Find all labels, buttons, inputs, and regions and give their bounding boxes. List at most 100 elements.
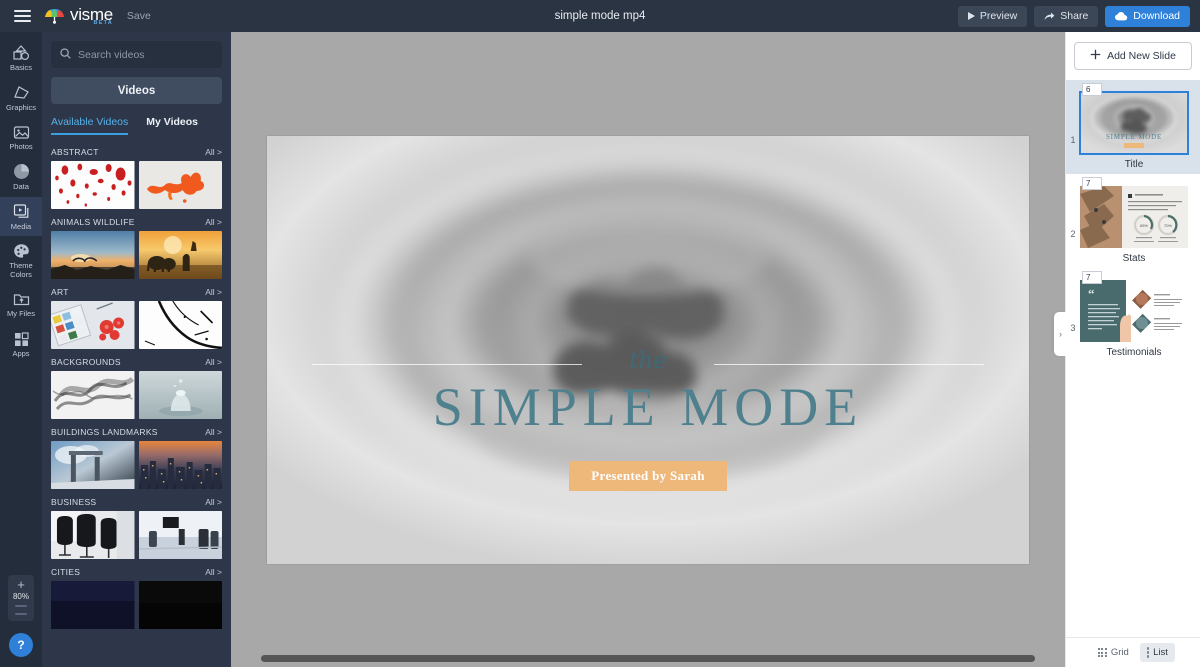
category-scroll-area[interactable]: ABSTRACT All > ANIMALS WILDLIFE All > AR… [51,139,222,667]
category-all-link[interactable]: All > [205,357,222,367]
hamburger-menu-icon[interactable] [0,0,44,32]
scrollbar-thumb[interactable] [261,655,1035,662]
category-abstract: ABSTRACT All > [51,147,222,209]
zoom-out-button[interactable] [15,613,27,615]
preview-button[interactable]: Preview [957,5,1028,27]
grid-view-button[interactable]: Grid [1091,643,1136,662]
palette-icon [12,242,30,260]
video-thumb-city-night-blue[interactable] [51,581,135,629]
category-all-link[interactable]: All > [205,427,222,437]
sidebar-item-basics[interactable]: Basics [0,38,42,78]
sidebar-item-apps[interactable]: Apps [0,324,42,364]
tab-my-videos[interactable]: My Videos [146,116,198,135]
category-name: CITIES [51,567,81,577]
video-thumb-city-dark-street[interactable] [138,581,222,629]
category-all-link[interactable]: All > [205,147,222,157]
video-thumb-abstract-orange-ink[interactable] [138,161,222,209]
category-header: BACKGROUNDS All > [51,357,222,367]
category-header: CITIES All > [51,567,222,577]
photo-icon [12,123,30,141]
svg-text:SIMPLE MODE: SIMPLE MODE [1106,133,1162,141]
slide-item-title[interactable]: 1 6 SIMPLE MODE Title [1066,80,1200,174]
slide-item-testimonials[interactable]: 3 7 “ Testimonials [1066,268,1200,362]
canvas-horizontal-scrollbar[interactable] [231,654,1065,663]
add-new-slide-button[interactable]: Add New Slide [1074,42,1192,70]
slide-thumbnail-testimonials[interactable]: “ [1080,280,1188,342]
save-button[interactable]: Save [127,10,151,22]
video-thumb-business-office-chairs[interactable] [51,511,135,559]
video-thumb-background-water-splash[interactable] [138,371,222,419]
plus-icon [1090,49,1101,63]
slide-eyebrow-text: the [629,347,667,374]
panel-tabs: Available Videos My Videos [51,116,222,135]
sidebar-label-my-files: My Files [7,309,35,319]
zoom-slider-track[interactable] [15,605,27,607]
zoom-in-button[interactable]: + [17,578,25,591]
category-name: ART [51,287,69,297]
category-backgrounds: BACKGROUNDS All > [51,357,222,419]
slide-thumbnail-list[interactable]: 1 6 SIMPLE MODE Title 2 7 65% 70% Stats … [1066,80,1200,637]
slide-label: Stats [1122,253,1146,264]
video-thumb-wildlife-elephants-sunset[interactable] [138,231,222,279]
slide-number: 2 [1070,229,1076,239]
grid-view-label: Grid [1110,647,1129,658]
sidebar-item-media[interactable]: Media [0,196,42,237]
zoom-level-value: 80% [12,592,29,601]
video-thumb-art-ink-lines[interactable] [138,301,222,349]
top-toolbar: visme BETA Save simple mode mp4 Preview … [0,0,1200,32]
svg-text:65%: 65% [1140,223,1148,228]
video-thumb-art-paint-palette[interactable] [51,301,135,349]
slide-thumbnail-stats[interactable]: 65% 70% [1080,186,1188,248]
slide-thumbnail-title[interactable]: SIMPLE MODE [1079,91,1189,155]
thumb-row [51,441,222,489]
media-play-icon [12,203,30,221]
slide-canvas[interactable]: the SIMPLE MODE Presented by Sarah [267,135,1029,564]
video-thumb-building-monument-sky[interactable] [51,441,135,489]
sidebar-item-my-files[interactable]: My Files [0,284,42,324]
play-icon [967,12,975,20]
help-button[interactable]: ? [9,633,33,657]
sidebar-item-graphics[interactable]: Graphics [0,78,42,118]
category-name: BUSINESS [51,497,97,507]
sidebar-item-photos[interactable]: Photos [0,117,42,157]
panel-collapse-handle[interactable]: › [1054,312,1067,356]
slide-title-block[interactable]: the SIMPLE MODE Presented by Sarah [267,347,1029,492]
thumb-row [51,301,222,349]
video-thumb-abstract-red-splatter[interactable] [51,161,135,209]
tab-available-videos[interactable]: Available Videos [51,116,129,135]
view-mode-toggle: Grid List [1066,637,1200,667]
slide-card[interactable]: 6 SIMPLE MODE Title [1079,83,1195,170]
sidebar-label-media: Media [10,221,32,231]
slide-item-stats[interactable]: 2 7 65% 70% Stats [1066,174,1200,268]
video-thumb-background-smoke[interactable] [51,371,135,419]
sidebar-item-data[interactable]: Data [0,157,42,197]
download-button[interactable]: Download [1105,5,1190,27]
thumb-row [51,581,222,629]
category-all-link[interactable]: All > [205,497,222,507]
canvas-area[interactable]: the SIMPLE MODE Presented by Sarah [231,32,1065,667]
add-new-slide-label: Add New Slide [1107,50,1176,62]
zoom-control[interactable]: + 80% [8,575,34,621]
category-all-link[interactable]: All > [205,567,222,577]
slide-card[interactable]: 7 65% 70% Stats [1080,177,1195,264]
video-thumb-wildlife-bird-sunset[interactable] [51,231,135,279]
sidebar-item-theme-colors[interactable]: Theme Colors [0,236,42,284]
category-header: ANIMALS WILDLIFE All > [51,217,222,227]
share-button[interactable]: Share [1034,5,1099,27]
category-all-link[interactable]: All > [205,217,222,227]
search-input[interactable] [78,48,213,61]
category-all-link[interactable]: All > [205,287,222,297]
slide-card[interactable]: 7 “ Testimonials [1080,271,1195,358]
visme-logo[interactable]: visme BETA [44,6,113,27]
video-thumb-business-meeting-room[interactable] [138,511,222,559]
category-header: ABSTRACT All > [51,147,222,157]
search-videos-box[interactable] [51,41,222,68]
media-type-selector[interactable]: Videos [51,77,222,104]
sidebar-label-data: Data [13,181,29,191]
category-buildings-landmarks: BUILDINGS LANDMARKS All > [51,427,222,489]
video-thumb-building-city-skyline[interactable] [138,441,222,489]
list-view-button[interactable]: List [1139,643,1175,662]
apps-grid-icon [12,330,30,348]
category-animals-wildlife: ANIMALS WILDLIFE All > [51,217,222,279]
category-header: ART All > [51,287,222,297]
